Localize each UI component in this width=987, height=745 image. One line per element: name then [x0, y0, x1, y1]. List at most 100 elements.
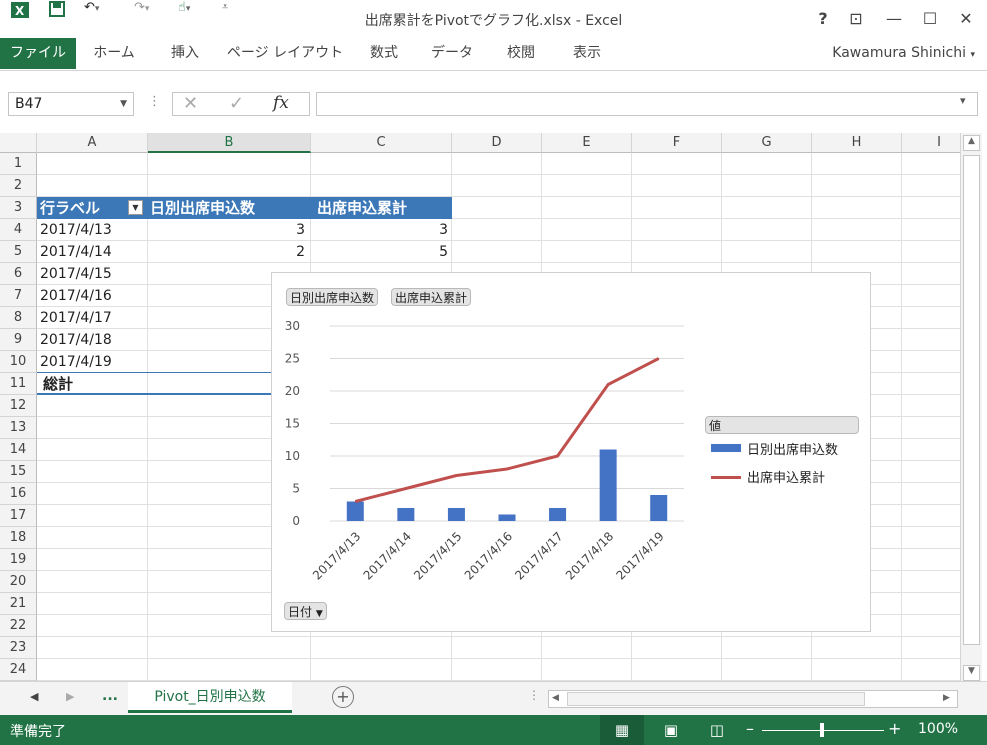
more-sheets-button[interactable]: ... — [102, 688, 118, 704]
y-tick-label: 10 — [285, 449, 300, 463]
row-header-18[interactable]: 18 — [0, 527, 37, 549]
filter-dropdown-icon[interactable]: ▼ — [128, 200, 143, 215]
row-header-7[interactable]: 7 — [0, 285, 37, 307]
pivot-row-label[interactable]: 2017/4/15 — [40, 263, 112, 285]
maximize-button[interactable]: ☐ — [917, 8, 943, 30]
ribbon-display-button[interactable]: ⊡ — [843, 8, 869, 30]
line-point — [455, 475, 457, 476]
row-header-15[interactable]: 15 — [0, 461, 37, 483]
row-header-24[interactable]: 24 — [0, 659, 37, 681]
expand-formula-icon[interactable]: ▾ — [960, 94, 966, 107]
x-tick-label: 2017/4/17 — [512, 529, 565, 582]
row-header-2[interactable]: 2 — [0, 175, 37, 197]
column-header-f[interactable]: F — [632, 133, 722, 153]
tab-review[interactable]: 校閲 — [494, 38, 548, 69]
page-layout-view-icon[interactable]: ▣ — [656, 715, 686, 745]
zoom-level[interactable]: 100% — [918, 721, 958, 737]
row-header-10[interactable]: 10 — [0, 351, 37, 373]
zoom-slider-thumb[interactable] — [820, 723, 824, 737]
vertical-scroll-thumb[interactable] — [963, 155, 980, 645]
tab-insert[interactable]: 挿入 — [158, 38, 212, 69]
pivot-row-label[interactable]: 2017/4/16 — [40, 285, 112, 307]
row-header-13[interactable]: 13 — [0, 417, 37, 439]
row-header-1[interactable]: 1 — [0, 153, 37, 175]
add-sheet-icon[interactable]: + — [332, 686, 354, 708]
row-header-3[interactable]: 3 — [0, 197, 37, 219]
pivot-row-label[interactable]: 2017/4/18 — [40, 329, 112, 351]
sheet-tab-active[interactable]: Pivot_日別申込数 — [128, 682, 292, 713]
close-button[interactable]: ✕ — [953, 8, 979, 30]
horizontal-scrollbar[interactable]: ◀ ▶ — [548, 690, 958, 708]
line-point — [658, 358, 660, 359]
page-break-view-icon[interactable]: ◫ — [702, 715, 732, 745]
scroll-up-icon[interactable]: ▲ — [963, 135, 980, 151]
row-header-19[interactable]: 19 — [0, 549, 37, 571]
row-header-21[interactable]: 21 — [0, 593, 37, 615]
tab-home[interactable]: ホーム — [86, 38, 142, 69]
column-header-g[interactable]: G — [722, 133, 812, 153]
line-point — [607, 384, 609, 385]
pivot-row-label[interactable]: 2017/4/17 — [40, 307, 112, 329]
row-header-17[interactable]: 17 — [0, 505, 37, 527]
minimize-button[interactable]: — — [881, 8, 907, 30]
column-header-a[interactable]: A — [37, 133, 148, 153]
pivot-daily-value[interactable]: 3 — [148, 219, 305, 241]
pivot-chart[interactable]: 日別出席申込数 出席申込累計 0 5 10 15 20 25 30 2017/4/13 2017… — [271, 272, 871, 632]
pivot-row-label[interactable]: 2017/4/13 — [40, 219, 112, 241]
row-header-12[interactable]: 12 — [0, 395, 37, 417]
column-header-i[interactable]: I — [902, 133, 960, 153]
scroll-down-icon[interactable]: ▼ — [963, 665, 980, 681]
tab-formulas[interactable]: 数式 — [358, 38, 410, 69]
row-header-16[interactable]: 16 — [0, 483, 37, 505]
scroll-right-icon[interactable]: ▶ — [943, 693, 950, 703]
tab-data[interactable]: データ — [424, 38, 480, 69]
normal-view-icon[interactable]: ▦ — [600, 715, 644, 745]
scroll-left-icon[interactable]: ◀ — [552, 693, 559, 703]
prev-sheet-icon[interactable]: ◀ — [30, 690, 38, 703]
tab-page-layout[interactable]: ページ レイアウト — [226, 38, 344, 69]
next-sheet-icon[interactable]: ▶ — [66, 690, 74, 703]
row-header-11[interactable]: 11 — [0, 373, 37, 395]
splitter-icon[interactable]: ⋮ — [528, 688, 540, 702]
cancel-icon[interactable]: ✕ — [183, 93, 198, 114]
x-tick-label: 2017/4/18 — [563, 529, 616, 582]
row-header-9[interactable]: 9 — [0, 329, 37, 351]
vertical-scrollbar[interactable]: ▲ ▼ — [960, 133, 982, 681]
row-header-8[interactable]: 8 — [0, 307, 37, 329]
tab-view[interactable]: 表示 — [560, 38, 614, 69]
help-button[interactable]: ? — [810, 8, 836, 30]
enter-icon[interactable]: ✓ — [229, 93, 244, 114]
pivot-total-label[interactable]: 総計 — [43, 373, 73, 395]
row-header-22[interactable]: 22 — [0, 615, 37, 637]
pivot-row-label[interactable]: 2017/4/19 — [40, 351, 112, 373]
row-header-6[interactable]: 6 — [0, 263, 37, 285]
legend-line-swatch — [711, 476, 741, 479]
row-header-4[interactable]: 4 — [0, 219, 37, 241]
select-all-corner[interactable] — [0, 133, 37, 153]
row-header-23[interactable]: 23 — [0, 637, 37, 659]
horizontal-scroll-thumb[interactable] — [567, 692, 865, 706]
pivot-cumulative-header: 出席申込累計 — [317, 197, 408, 219]
row-header-14[interactable]: 14 — [0, 439, 37, 461]
zoom-out-icon[interactable]: – — [746, 719, 754, 738]
column-header-e[interactable]: E — [542, 133, 632, 153]
column-header-c[interactable]: C — [311, 133, 452, 153]
column-header-b[interactable]: B — [148, 133, 311, 153]
row-header-20[interactable]: 20 — [0, 571, 37, 593]
zoom-in-icon[interactable]: + — [888, 719, 901, 738]
column-header-h[interactable]: H — [812, 133, 902, 153]
row-header-5[interactable]: 5 — [0, 241, 37, 263]
pivot-row-label[interactable]: 2017/4/14 — [40, 241, 112, 263]
formula-input[interactable] — [316, 92, 978, 116]
tab-file[interactable]: ファイル — [0, 38, 76, 69]
user-account[interactable]: Kawamura Shinichi ▾ — [832, 38, 975, 69]
name-box[interactable]: B47 ▼ — [8, 92, 134, 116]
legend-values-button[interactable]: 値 — [705, 416, 859, 434]
pivot-daily-value[interactable]: 2 — [148, 241, 305, 263]
axis-field-button[interactable]: 日付 ▼ — [284, 602, 327, 620]
pivot-cumulative-value[interactable]: 3 — [311, 219, 448, 241]
x-tick-label: 2017/4/14 — [361, 529, 414, 582]
insert-function-button[interactable]: fx — [273, 93, 289, 113]
column-header-d[interactable]: D — [452, 133, 542, 153]
pivot-cumulative-value[interactable]: 5 — [311, 241, 448, 263]
